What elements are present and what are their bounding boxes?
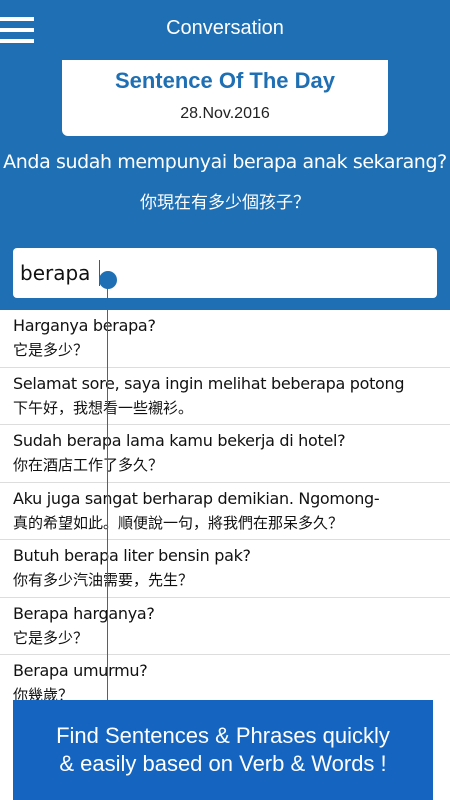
- result-indonesian: Sudah berapa lama kamu bekerja di hotel?: [13, 431, 346, 450]
- result-indonesian: Berapa umurmu?: [13, 661, 148, 680]
- result-indonesian: Berapa harganya?: [13, 603, 155, 623]
- result-chinese: 你在酒店工作了多久？: [13, 456, 164, 474]
- list-item[interactable]: Selamat sore, saya ingin melihat beberap…: [0, 368, 450, 425]
- daily-sentence-chinese: 你現在有多少個孩子？: [140, 193, 310, 213]
- result-indonesian: Butuh berapa liter bensin pak?: [13, 546, 251, 565]
- result-indonesian: Aku juga sangat berharap demikian. Ngomo…: [13, 488, 380, 508]
- tutorial-pointer-line: [107, 280, 108, 710]
- feature-banner: Find Sentences & Phrases quickly & easil…: [13, 700, 433, 800]
- tutorial-pointer-dot: [99, 271, 117, 289]
- search-input[interactable]: berapa: [13, 248, 437, 298]
- sentence-of-day-title: Sentence Of The Day: [114, 68, 336, 93]
- results-list: Harganya berapa? 它是多少？ Selamat sore, say…: [0, 310, 450, 710]
- result-indonesian: Harganya berapa?: [13, 316, 156, 335]
- banner-line-2: & easily based on Verb & Words !: [59, 751, 387, 776]
- banner-line-1: Find Sentences & Phrases quickly: [56, 723, 390, 748]
- app-title: Conversation: [166, 17, 284, 39]
- list-item[interactable]: Sudah berapa lama kamu bekerja di hotel?…: [0, 425, 450, 483]
- result-indonesian: Selamat sore, saya ingin melihat beberap…: [13, 373, 405, 393]
- result-chinese: 它是多少？: [13, 341, 89, 359]
- result-chinese: 下午好，我想看一些襯衫。: [13, 398, 194, 417]
- sentence-of-day-card: Sentence Of The Day 28.Nov.2016: [62, 60, 388, 136]
- search-input-value: berapa: [20, 261, 91, 285]
- result-chinese: 真的希望如此。順便說一句，將我們在那呆多久？: [13, 513, 344, 532]
- result-chinese: 它是多少？: [13, 628, 89, 647]
- daily-sentence-indonesian: Anda sudah mempunyai berapa anak sekaran…: [3, 151, 447, 173]
- result-chinese: 你有多少汽油需要，先生？: [13, 571, 194, 589]
- list-item[interactable]: Aku juga sangat berharap demikian. Ngomo…: [0, 483, 450, 540]
- list-item[interactable]: Berapa harganya? 它是多少？: [0, 598, 450, 655]
- list-item[interactable]: Butuh berapa liter bensin pak? 你有多少汽油需要，…: [0, 540, 450, 598]
- list-item[interactable]: Harganya berapa? 它是多少？: [0, 310, 450, 368]
- app-bar: Conversation: [0, 0, 450, 60]
- sentence-of-day-date: 28.Nov.2016: [180, 105, 270, 122]
